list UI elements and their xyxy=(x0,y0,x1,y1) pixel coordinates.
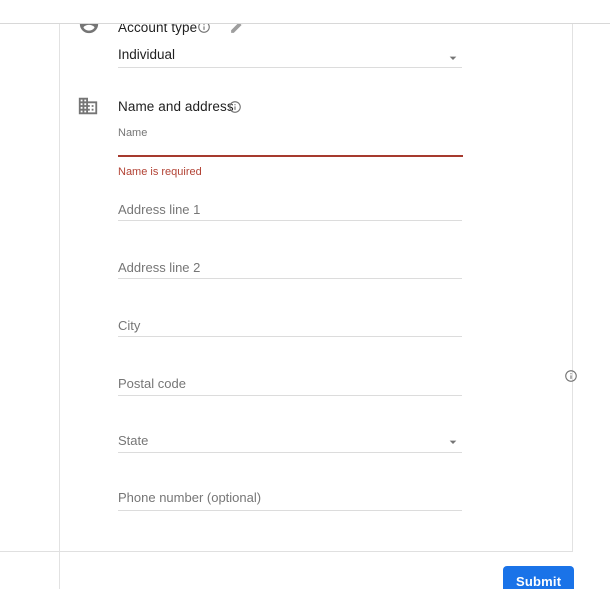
account-type-underline xyxy=(118,67,462,68)
account-type-select[interactable]: Individual xyxy=(118,46,462,68)
address-line-1-field[interactable]: Address line 1 xyxy=(118,202,462,239)
state-select[interactable]: State xyxy=(118,433,462,470)
top-section-divider xyxy=(0,23,610,24)
postal-code-underline xyxy=(118,395,462,396)
card-left-border xyxy=(59,23,60,589)
business-icon xyxy=(77,95,99,117)
postal-code-label: Postal code xyxy=(118,376,186,391)
name-field[interactable]: Name Name is required xyxy=(118,127,463,179)
footer-divider xyxy=(0,551,573,552)
name-field-label: Name xyxy=(118,127,148,139)
name-field-error-underline xyxy=(118,155,463,157)
address-line-2-label: Address line 2 xyxy=(118,260,201,275)
submit-button[interactable]: Submit xyxy=(503,566,575,589)
arrow-drop-down-icon xyxy=(445,434,461,450)
top-mask xyxy=(0,0,610,23)
arrow-drop-down-icon xyxy=(445,50,461,66)
postal-code-field[interactable]: Postal code xyxy=(118,370,577,413)
name-field-error-message: Name is required xyxy=(118,166,202,178)
billing-form-page: Account type Individual Name and address… xyxy=(0,0,610,589)
state-label: State xyxy=(118,433,149,448)
city-field[interactable]: City xyxy=(118,318,462,355)
phone-number-field[interactable]: Phone number (optional) xyxy=(118,490,462,527)
name-address-title: Name and address xyxy=(118,99,234,114)
state-underline xyxy=(118,452,462,453)
address-line-2-underline xyxy=(118,278,462,279)
city-label: City xyxy=(118,318,141,333)
phone-number-label: Phone number (optional) xyxy=(118,490,262,505)
card-right-border xyxy=(572,23,573,552)
address-line-1-underline xyxy=(118,220,462,221)
account-type-value: Individual xyxy=(118,47,176,62)
phone-number-underline xyxy=(118,510,462,511)
city-underline xyxy=(118,336,462,337)
address-line-2-field[interactable]: Address line 2 xyxy=(118,260,462,297)
info-icon[interactable] xyxy=(228,100,242,114)
info-icon[interactable] xyxy=(564,369,578,383)
address-line-1-label: Address line 1 xyxy=(118,202,201,217)
